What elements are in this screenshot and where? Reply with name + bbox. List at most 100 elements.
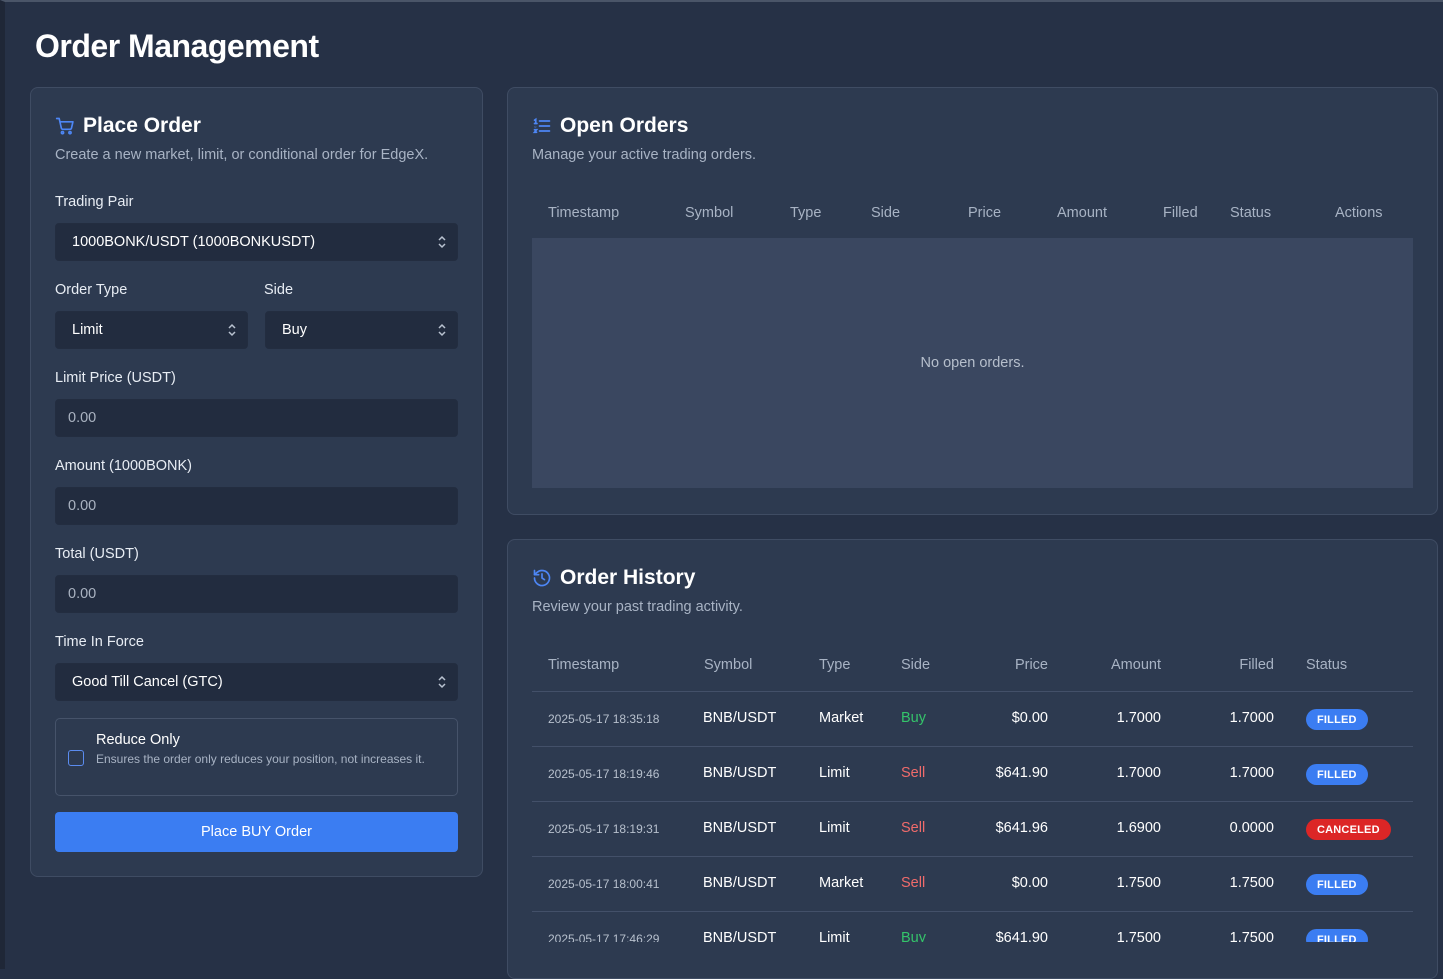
cell-symbol: BNB/USDT <box>703 765 776 781</box>
col-filled: Filled <box>1163 205 1198 221</box>
order-type-select[interactable]: Limit <box>55 311 248 349</box>
col-amount: Amount <box>1091 657 1161 673</box>
cell-timestamp: 2025-05-17 17:46:29 <box>548 932 659 942</box>
cell-symbol: BNB/USDT <box>703 710 776 726</box>
empty-text: No open orders. <box>921 355 1025 371</box>
place-order-button[interactable]: Place BUY Order <box>55 812 458 852</box>
history-table-body: 2025-05-17 18:35:18 BNB/USDT Market Buy $0.0… <box>532 692 1413 942</box>
open-orders-card: Open Orders Manage your active trading o… <box>507 87 1438 515</box>
table-row: 2025-05-17 18:00:41 BNB/USDT Market Sell $0.… <box>532 857 1413 912</box>
table-row: 2025-05-17 17:46:29 BNB/USDT Limit Buy $641.… <box>532 912 1413 942</box>
reduce-only-option: Reduce Only Ensures the order only reduc… <box>55 718 458 796</box>
open-orders-subtitle: Manage your active trading orders. <box>532 147 756 163</box>
col-actions: Actions <box>1335 205 1383 221</box>
cell-filled: 0.0000 <box>1194 820 1274 836</box>
reduce-only-label: Reduce Only <box>96 732 180 748</box>
side-select[interactable]: Buy <box>265 311 458 349</box>
cell-side: Sell <box>901 820 925 836</box>
select-chevron-icon <box>427 235 457 249</box>
status-badge: FILLED <box>1306 709 1368 730</box>
table-row: 2025-05-17 18:19:31BNB/USDTLimitSell$641… <box>532 802 1413 857</box>
cell-symbol: BNB/USDT <box>703 820 776 836</box>
place-order-header: Place Order <box>55 114 201 138</box>
status-badge: FILLED <box>1306 764 1368 785</box>
cell-timestamp: 2025-05-17 18:00:41 <box>548 877 659 891</box>
total-input[interactable]: 0.00 <box>55 575 458 613</box>
place-order-title: Place Order <box>83 114 201 138</box>
col-type: Type <box>790 205 821 221</box>
open-orders-header: Open Orders <box>532 114 688 138</box>
table-row: 2025-05-17 18:19:46BNB/USDTLimitSell$641… <box>532 747 1413 802</box>
select-chevron-icon <box>427 675 457 689</box>
cell-price: $641.90 <box>968 930 1048 942</box>
open-orders-title: Open Orders <box>560 114 688 138</box>
time-in-force-value: Good Till Cancel (GTC) <box>56 674 427 690</box>
cell-timestamp: 2025-05-17 18:19:46 <box>548 767 659 781</box>
cell-filled: 1.7000 <box>1194 710 1274 726</box>
trading-pair-value: 1000BONK/USDT (1000BONKUSDT) <box>56 234 427 250</box>
status-badge: CANCELED <box>1306 819 1391 840</box>
cell-timestamp: 2025-05-17 18:35:18 <box>548 712 659 726</box>
order-history-card: Order History Review your past trading a… <box>507 539 1438 979</box>
cell-type: Market <box>819 875 863 891</box>
amount-label: Amount (1000BONK) <box>55 458 192 474</box>
place-order-card: Place Order Create a new market, limit, … <box>30 87 483 877</box>
order-history-title: Order History <box>560 566 695 590</box>
col-filled: Filled <box>1224 657 1274 673</box>
side-value: Buy <box>266 322 427 338</box>
cell-price: $641.90 <box>968 765 1048 781</box>
reduce-only-description: Ensures the order only reduces your posi… <box>96 752 446 766</box>
cell-amount: 1.6900 <box>1081 820 1161 836</box>
cell-price: $0.00 <box>968 710 1048 726</box>
total-label: Total (USDT) <box>55 546 139 562</box>
col-amount: Amount <box>1057 205 1107 221</box>
cell-amount: 1.7000 <box>1081 765 1161 781</box>
trading-pair-select[interactable]: 1000BONK/USDT (1000BONKUSDT) <box>55 223 458 261</box>
trading-pair-label: Trading Pair <box>55 194 133 210</box>
place-order-subtitle: Create a new market, limit, or condition… <box>55 147 428 163</box>
col-symbol: Symbol <box>685 205 733 221</box>
limit-price-label: Limit Price (USDT) <box>55 370 176 386</box>
col-type: Type <box>819 657 850 673</box>
cell-amount: 1.7500 <box>1081 930 1161 942</box>
col-side: Side <box>871 205 900 221</box>
cell-type: Market <box>819 710 863 726</box>
amount-input[interactable]: 0.00 <box>55 487 458 525</box>
cell-symbol: BNB/USDT <box>703 875 776 891</box>
history-icon <box>532 568 552 588</box>
cell-amount: 1.7000 <box>1081 710 1161 726</box>
cell-side: Buy <box>901 930 926 942</box>
amount-placeholder: 0.00 <box>56 498 457 514</box>
cell-type: Limit <box>819 820 850 836</box>
cell-side: Sell <box>901 765 925 781</box>
cell-filled: 1.7500 <box>1194 930 1274 942</box>
limit-price-placeholder: 0.00 <box>56 410 457 426</box>
cell-price: $0.00 <box>968 875 1048 891</box>
status-badge: FILLED <box>1306 874 1368 895</box>
cell-filled: 1.7500 <box>1194 875 1274 891</box>
col-status: Status <box>1230 205 1271 221</box>
order-history-subtitle: Review your past trading activity. <box>532 599 743 615</box>
cell-amount: 1.7500 <box>1081 875 1161 891</box>
col-timestamp: Timestamp <box>548 657 619 673</box>
cell-side: Buy <box>901 710 926 726</box>
cell-side: Sell <box>901 875 925 891</box>
list-icon <box>532 116 552 136</box>
time-in-force-select[interactable]: Good Till Cancel (GTC) <box>55 663 458 701</box>
order-type-label: Order Type <box>55 282 127 298</box>
total-placeholder: 0.00 <box>56 586 457 602</box>
select-chevron-icon <box>427 323 457 337</box>
col-timestamp: Timestamp <box>548 205 619 221</box>
reduce-only-checkbox[interactable] <box>68 750 84 766</box>
table-row: 2025-05-17 18:35:18 BNB/USDT Market Buy $0.0… <box>532 692 1413 747</box>
cell-symbol: BNB/USDT <box>703 930 776 942</box>
page-title: Order Management <box>35 28 319 65</box>
limit-price-input[interactable]: 0.00 <box>55 399 458 437</box>
side-label: Side <box>264 282 293 298</box>
cell-filled: 1.7000 <box>1194 765 1274 781</box>
col-status: Status <box>1306 657 1347 673</box>
col-symbol: Symbol <box>704 657 752 673</box>
cart-icon <box>55 116 75 136</box>
cell-type: Limit <box>819 930 850 942</box>
order-history-header: Order History <box>532 566 695 590</box>
